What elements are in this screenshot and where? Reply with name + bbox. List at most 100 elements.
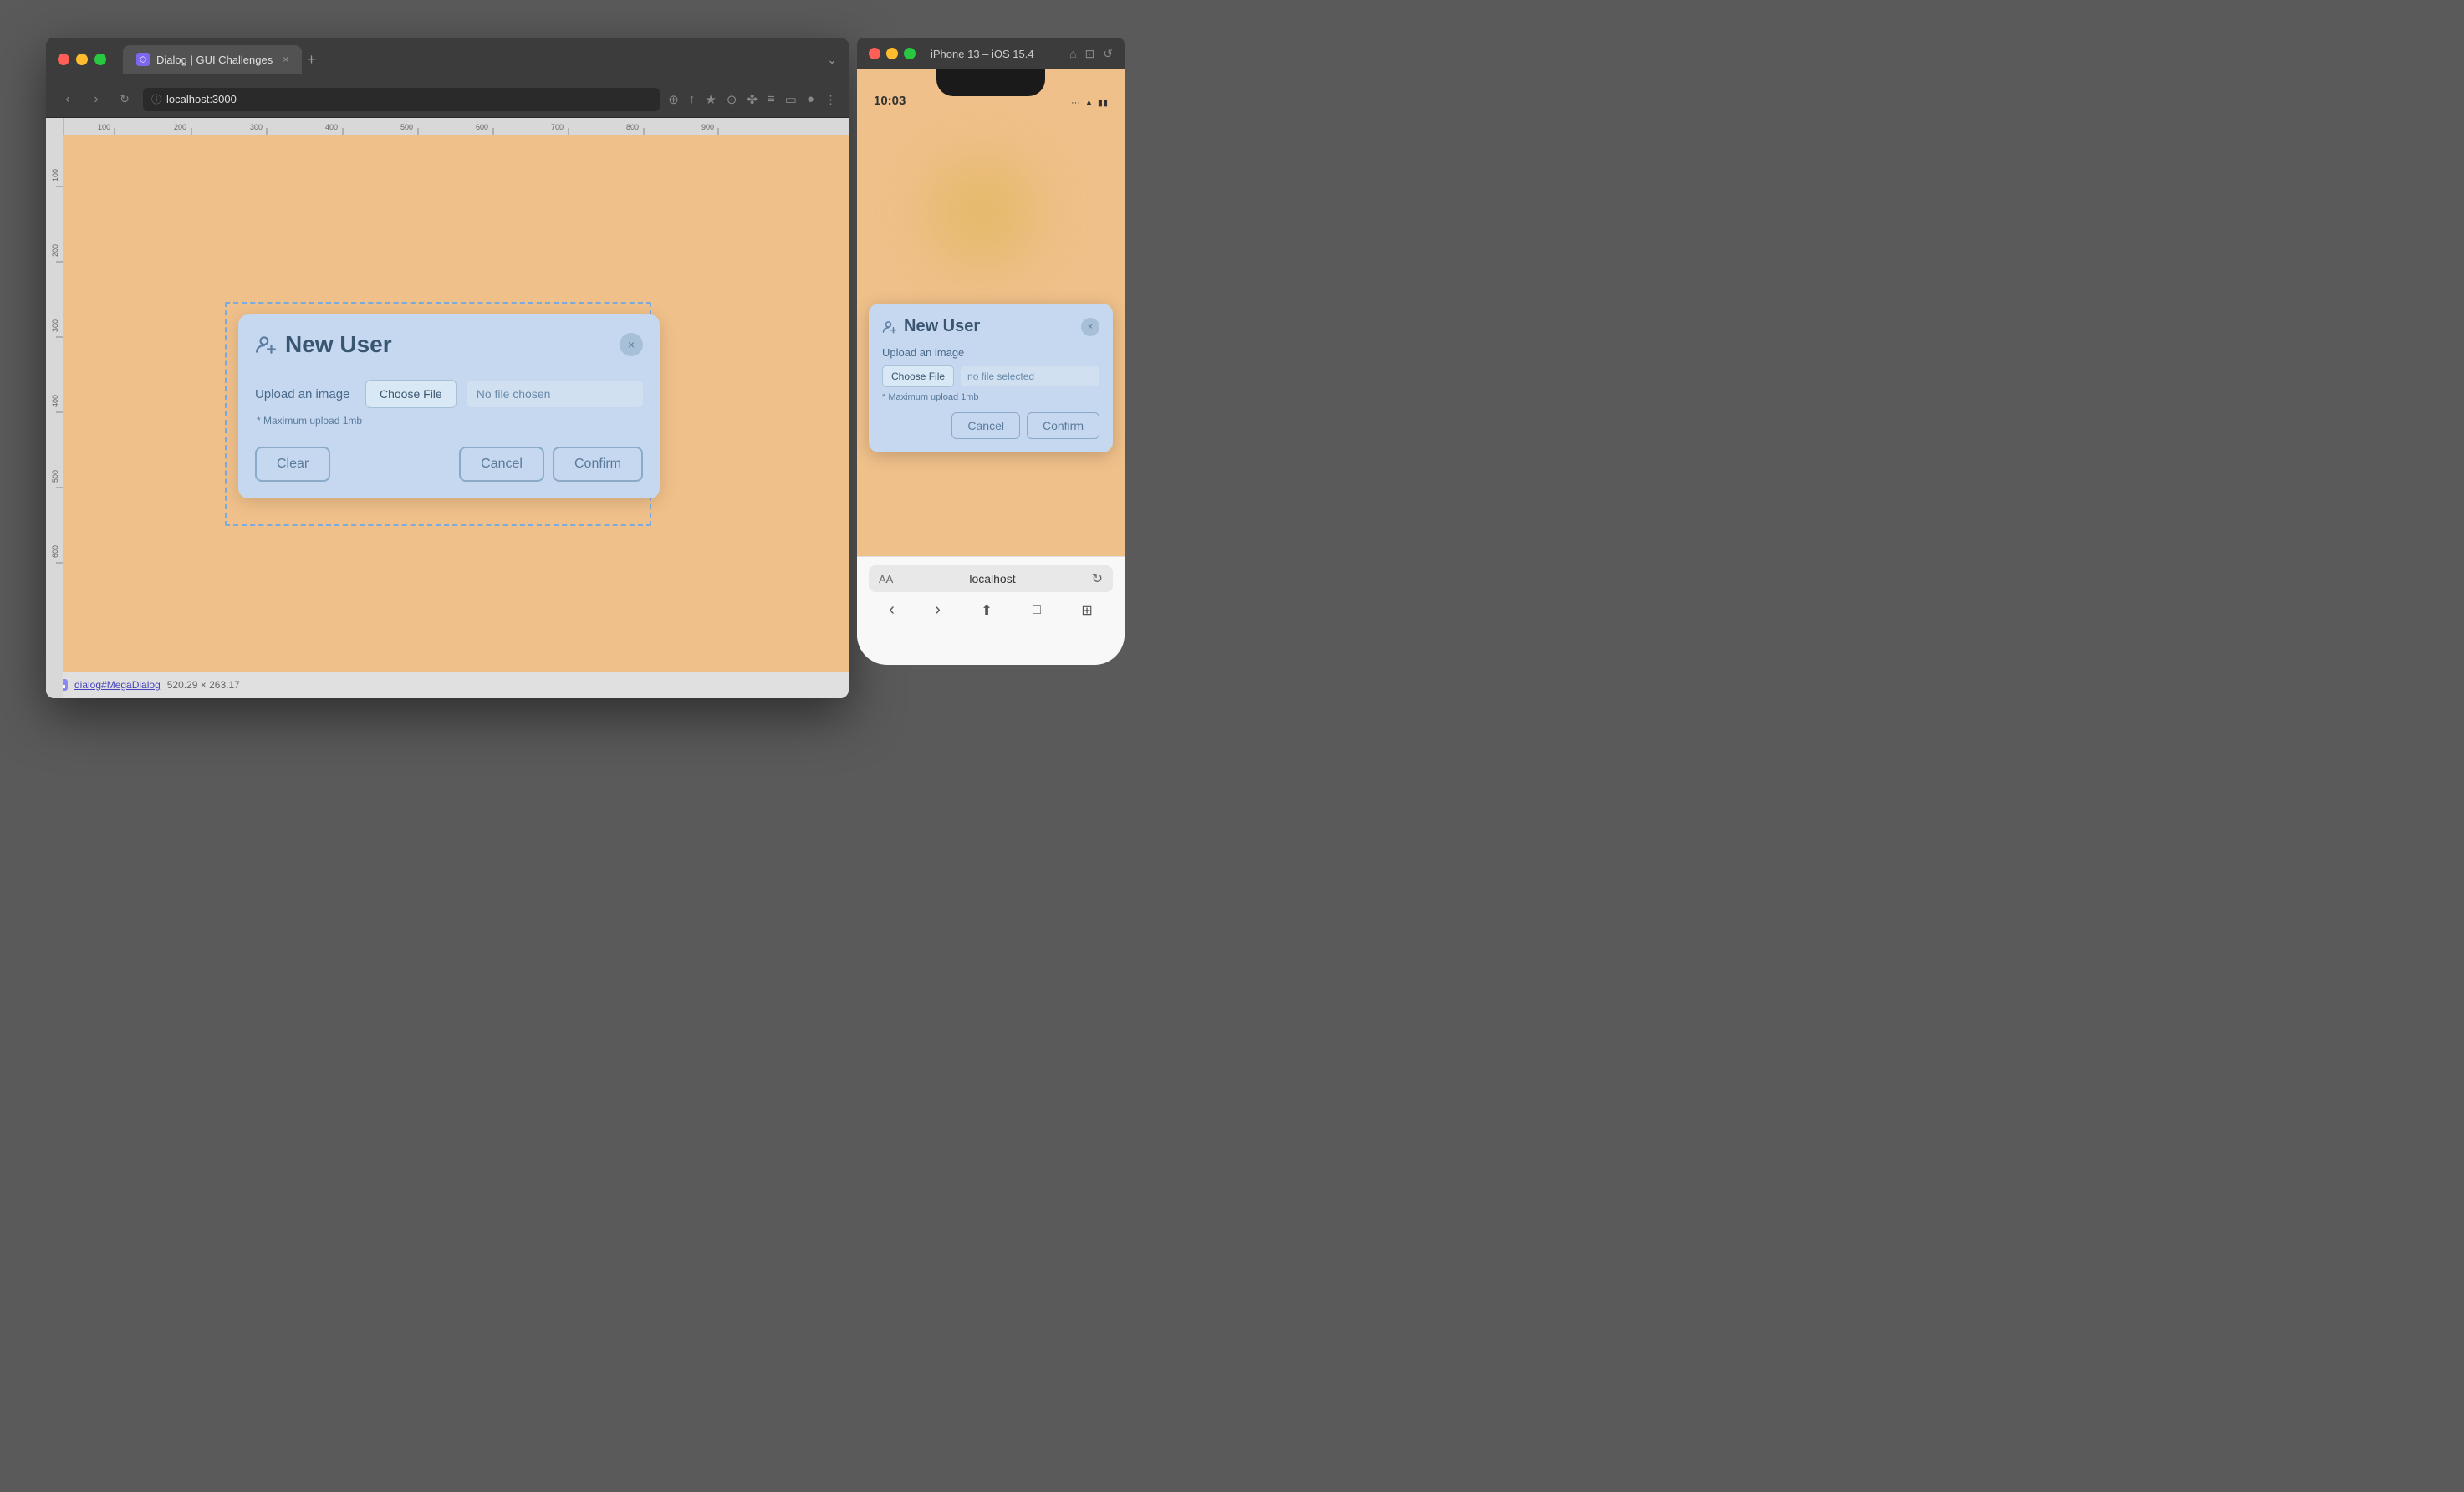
bookmark-icon[interactable]: ★ — [705, 92, 716, 107]
signal-icon: ··· — [1071, 98, 1080, 108]
battery-icon: ▮▮ — [1098, 97, 1108, 108]
iphone-reload-button[interactable]: ↻ — [1092, 570, 1103, 587]
profile-icon[interactable]: ● — [807, 92, 814, 107]
back-button[interactable]: ‹ — [58, 92, 78, 107]
iphone-screenshot-icon[interactable]: ⊡ — [1085, 47, 1095, 61]
svg-text:200: 200 — [174, 123, 186, 131]
lock-icon: ⓘ — [151, 92, 161, 106]
svg-text:100: 100 — [98, 123, 110, 131]
svg-text:700: 700 — [551, 123, 564, 131]
svg-text:300: 300 — [51, 319, 59, 332]
no-file-text: No file chosen — [467, 381, 643, 407]
iphone-toolbar: ⌂ ⊡ ↺ — [1069, 47, 1113, 61]
active-tab[interactable]: ⬡ Dialog | GUI Challenges × — [123, 45, 302, 74]
address-bar[interactable]: ⓘ localhost:3000 — [143, 88, 660, 111]
iphone-confirm-button[interactable]: Confirm — [1027, 412, 1099, 439]
iphone-close-light[interactable] — [869, 48, 880, 59]
ruler-corner — [46, 118, 63, 135]
iphone-traffic-lights — [869, 48, 916, 59]
browser-toolbar: ⊕ ↑ ★ ⊙ ✤ ≡ ▭ ● ⋮ — [668, 92, 837, 107]
choose-file-button[interactable]: Choose File — [365, 380, 457, 408]
svg-text:600: 600 — [51, 545, 59, 558]
address-text: localhost:3000 — [166, 93, 237, 105]
svg-text:400: 400 — [51, 395, 59, 407]
new-user-icon — [255, 334, 277, 355]
view-icon[interactable]: ▭ — [785, 92, 797, 107]
iphone-screen: 10:03 ··· ▲ ▮▮ New Us — [857, 69, 1125, 665]
iphone-mockup: iPhone 13 – iOS 15.4 ⌂ ⊡ ↺ 10:03 ··· ▲ ▮… — [857, 38, 1125, 665]
iphone-url-bar[interactable]: AA localhost ↻ — [869, 565, 1113, 592]
svg-text:900: 900 — [701, 123, 714, 131]
iphone-dialog: New User × Upload an image Choose File n… — [869, 304, 1113, 452]
iphone-url-text[interactable]: localhost — [900, 572, 1084, 585]
svg-text:100: 100 — [51, 169, 59, 181]
iphone-home-icon[interactable]: ⌂ — [1069, 47, 1076, 61]
iphone-minimize-light[interactable] — [886, 48, 898, 59]
browser-content: 100 200 300 400 500 600 700 800 900 100 … — [46, 118, 849, 698]
close-traffic-light[interactable] — [58, 54, 69, 65]
new-tab-button[interactable]: + — [307, 51, 316, 69]
maximize-traffic-light[interactable] — [94, 54, 106, 65]
tab-favicon-icon: ⬡ — [136, 53, 150, 66]
tab-bar: ⬡ Dialog | GUI Challenges × + ⌄ — [123, 45, 837, 74]
dialog-header: New User × — [238, 314, 660, 371]
upload-icon[interactable]: ↑ — [689, 92, 696, 107]
iphone-cancel-button[interactable]: Cancel — [951, 412, 1020, 439]
dialog-body: Upload an image Choose File No file chos… — [238, 371, 660, 498]
svg-text:500: 500 — [51, 470, 59, 483]
share-icon[interactable]: ⊕ — [668, 92, 679, 107]
svg-text:600: 600 — [476, 123, 488, 131]
confirm-button[interactable]: Confirm — [553, 447, 643, 482]
extensions-icon[interactable]: ⊙ — [727, 92, 737, 107]
tab-close-icon[interactable]: × — [283, 54, 288, 65]
svg-text:300: 300 — [250, 123, 263, 131]
iphone-forward-button[interactable]: › — [935, 600, 941, 620]
iphone-rotate-icon[interactable]: ↺ — [1103, 47, 1113, 61]
iphone-share-button[interactable]: ⬆ — [981, 602, 992, 619]
iphone-upload-hint: * Maximum upload 1mb — [882, 392, 1099, 402]
ruler-top: 100 200 300 400 500 600 700 800 900 — [63, 118, 849, 135]
page-background: New User × Upload an image Choose File N… — [63, 135, 849, 672]
iphone-aa-label[interactable]: AA — [879, 573, 893, 585]
upload-row: Upload an image Choose File No file chos… — [255, 380, 643, 408]
wifi-icon: ▲ — [1084, 98, 1094, 108]
iphone-file-row: Choose File no file selected — [882, 365, 1099, 387]
ruler-left: 100 200 300 400 500 600 — [46, 135, 63, 698]
iphone-dialog-header: New User × — [882, 317, 1099, 336]
cancel-button[interactable]: Cancel — [459, 447, 544, 482]
tab-more-icon[interactable]: ⌄ — [827, 53, 837, 67]
iphone-choose-file-button[interactable]: Choose File — [882, 365, 954, 387]
svg-text:800: 800 — [626, 123, 639, 131]
tab-title: Dialog | GUI Challenges — [156, 54, 273, 66]
upload-hint: * Maximum upload 1mb — [255, 415, 643, 427]
menu-icon[interactable]: ⋮ — [824, 92, 837, 107]
puzzle-icon[interactable]: ✤ — [747, 92, 758, 107]
reload-button[interactable]: ↻ — [115, 92, 135, 106]
iphone-maximize-light[interactable] — [904, 48, 916, 59]
iphone-dialog-title: New User — [904, 317, 1074, 336]
svg-text:200: 200 — [51, 244, 59, 257]
iphone-dialog-close-button[interactable]: × — [1081, 318, 1099, 336]
iphone-notch — [936, 69, 1045, 96]
iphone-tabs-button[interactable]: ⊞ — [1081, 602, 1092, 619]
iphone-title: iPhone 13 – iOS 15.4 — [931, 48, 1034, 60]
iphone-bookmarks-button[interactable]: □ — [1033, 603, 1041, 618]
browser-titlebar: ⬡ Dialog | GUI Challenges × + ⌄ — [46, 38, 849, 81]
iphone-bottom-bar: AA localhost ↻ ‹ › ⬆ □ ⊞ — [857, 556, 1125, 665]
iphone-frame: 10:03 ··· ▲ ▮▮ New Us — [857, 69, 1125, 665]
svg-text:400: 400 — [325, 123, 338, 131]
iphone-no-file-text: no file selected — [961, 366, 1099, 386]
dialog-close-button[interactable]: × — [620, 333, 643, 356]
traffic-lights — [58, 54, 106, 65]
browser-addressbar: ‹ › ↻ ⓘ localhost:3000 ⊕ ↑ ★ ⊙ ✤ ≡ ▭ ● ⋮ — [46, 81, 849, 118]
clear-button[interactable]: Clear — [255, 447, 330, 482]
iphone-back-button[interactable]: ‹ — [889, 600, 895, 620]
status-selector-text: dialog#MegaDialog — [74, 679, 161, 691]
dialog-desktop: New User × Upload an image Choose File N… — [238, 314, 660, 498]
iphone-nav-bar: ‹ › ⬆ □ ⊞ — [869, 600, 1113, 620]
forward-button[interactable]: › — [86, 92, 106, 107]
list-icon[interactable]: ≡ — [768, 92, 775, 107]
iphone-time: 10:03 — [874, 94, 906, 108]
upload-label: Upload an image — [255, 387, 355, 401]
minimize-traffic-light[interactable] — [76, 54, 88, 65]
